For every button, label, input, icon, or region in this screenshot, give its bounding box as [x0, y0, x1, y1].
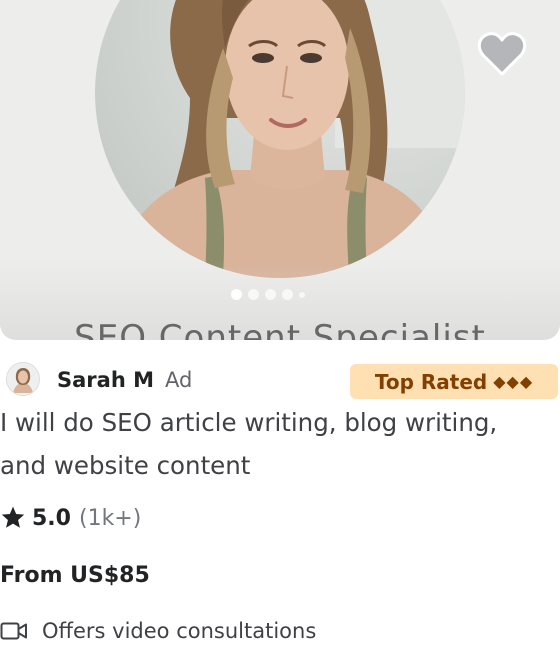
gig-card[interactable]: SEO Content Specialist Sarah M Ad Top Ra… [0, 0, 560, 661]
video-consultation-label: Offers video consultations [42, 619, 317, 643]
gallery-dot-4[interactable] [282, 289, 293, 300]
seller-name-link[interactable]: Sarah M [57, 368, 154, 392]
rating-count: (1k+) [78, 505, 142, 531]
gallery-pagination-dots[interactable] [231, 289, 305, 300]
heart-icon [477, 32, 527, 76]
gallery-dot-1[interactable] [231, 289, 242, 300]
star-icon [1, 506, 25, 528]
gig-image-gallery[interactable]: SEO Content Specialist [0, 0, 560, 340]
rating-value: 5.0 [32, 505, 71, 531]
ad-label: Ad [165, 368, 193, 392]
video-camera-icon [0, 622, 27, 640]
gallery-dot-3[interactable] [265, 289, 276, 300]
gig-title-link[interactable]: I will do SEO article writing, blog writ… [0, 401, 560, 487]
gallery-dot-5[interactable] [299, 291, 305, 298]
top-rated-label: Top Rated [374, 369, 488, 394]
gallery-overlay-text: SEO Content Specialist [74, 318, 486, 340]
gig-title-line-2: and website content [0, 451, 251, 480]
video-consultation-row: Offers video consultations [0, 619, 316, 643]
save-to-favorites-button[interactable] [476, 30, 528, 78]
price-label[interactable]: From US$85 [0, 563, 150, 588]
seller-avatar[interactable] [6, 362, 40, 396]
avatar-image [7, 363, 39, 395]
top-rated-badge: Top Rated ◆◆◆ [350, 364, 558, 399]
seller-info-row: Sarah M Ad Top Rated ◆◆◆ [0, 360, 560, 402]
diamond-icons: ◆◆◆ [493, 372, 534, 391]
gig-title-line-1: I will do SEO article writing, blog writ… [0, 408, 498, 437]
gallery-dot-2[interactable] [248, 289, 259, 300]
rating-row: 5.0 (1k+) [0, 505, 141, 531]
seller-portrait-image [95, 0, 465, 278]
